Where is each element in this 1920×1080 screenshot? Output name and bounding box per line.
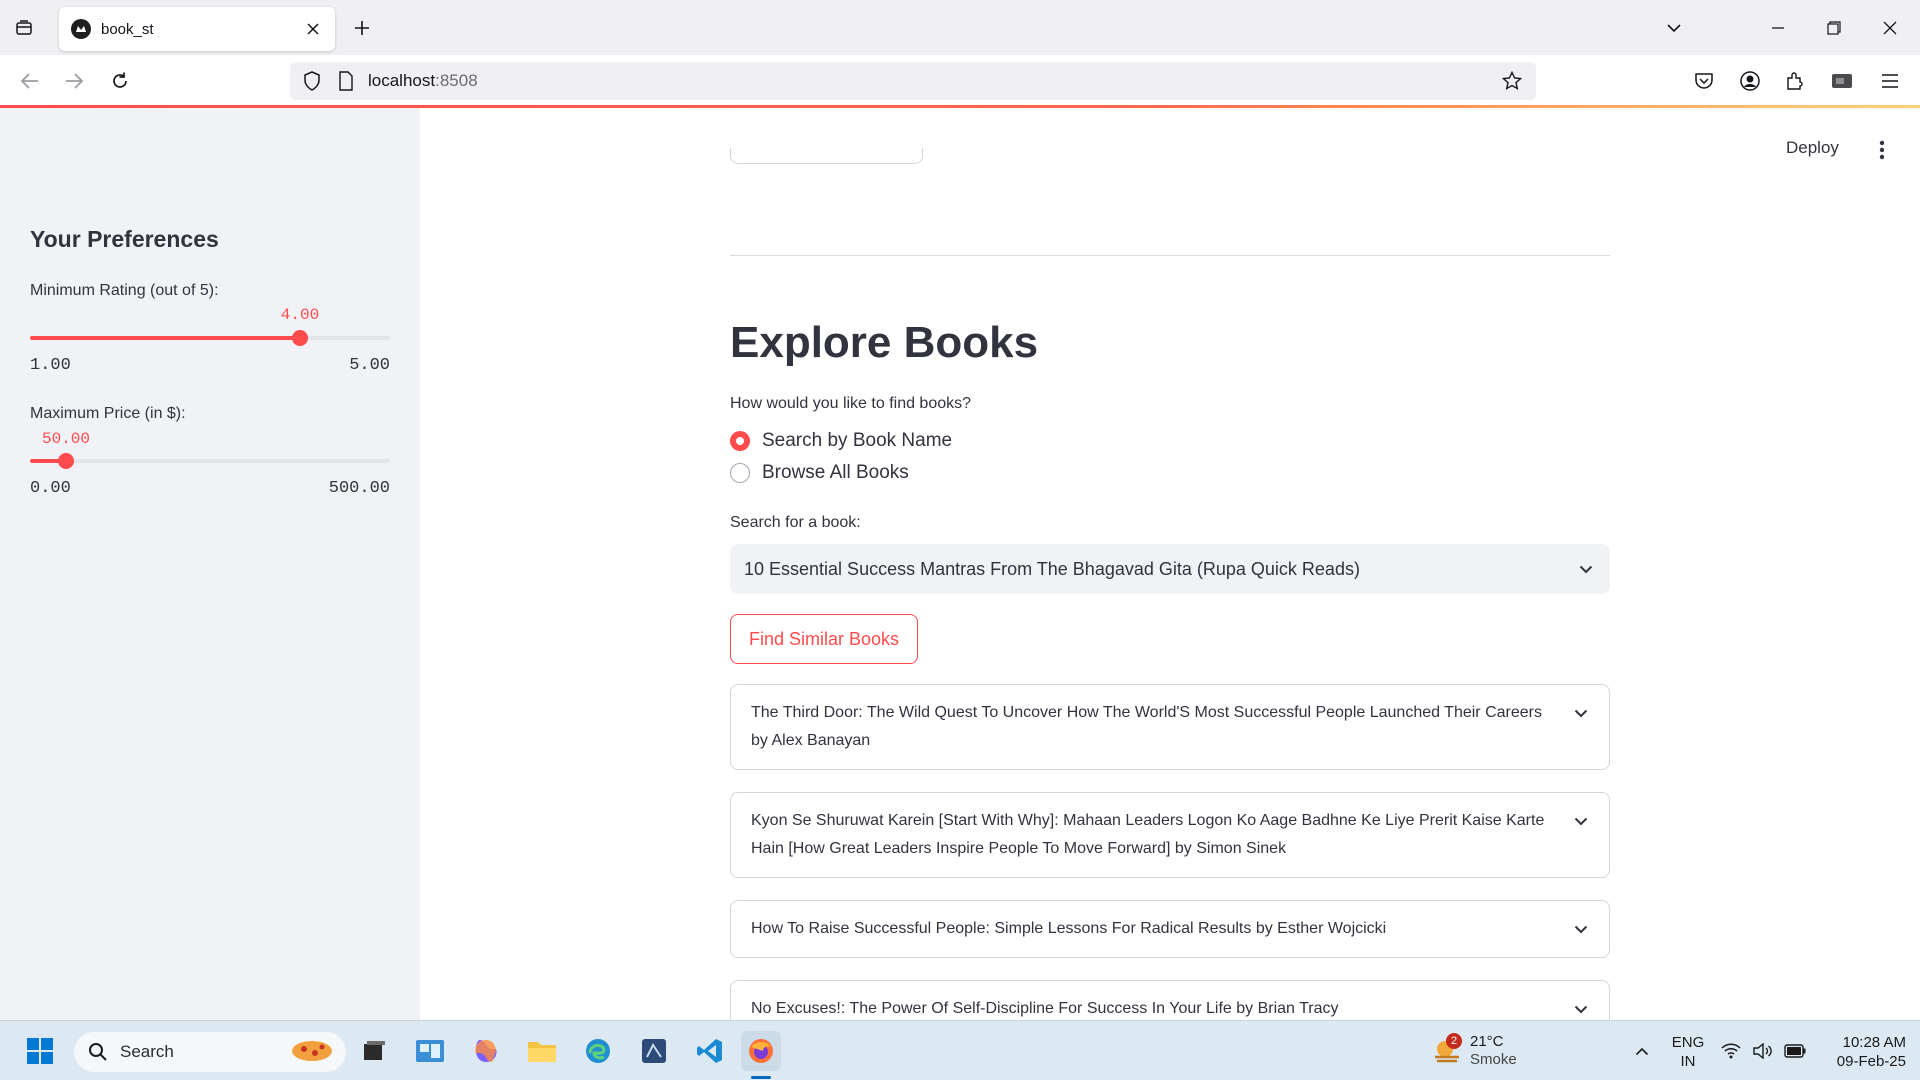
bookmark-star-icon[interactable]: [1500, 69, 1524, 93]
result-title: The Third Door: The Wild Quest To Uncove…: [751, 704, 1542, 749]
firefox-icon[interactable]: [741, 1031, 781, 1071]
rating-slider-min: 1.00: [30, 356, 71, 375]
close-window-icon[interactable]: [1876, 14, 1904, 42]
rating-slider-fill: [30, 336, 300, 340]
wifi-icon[interactable]: [1716, 1031, 1746, 1071]
result-title: How To Raise Successful People: Simple L…: [751, 920, 1387, 937]
tab-title: book_st: [101, 20, 154, 38]
rating-slider-value: 4.00: [280, 306, 320, 324]
weather-condition: Smoke: [1470, 1051, 1517, 1068]
result-expander[interactable]: How To Raise Successful People: Simple L…: [730, 900, 1610, 958]
weather-widget[interactable]: 2 21°C Smoke: [1428, 1031, 1538, 1071]
sidebar-heading: Your Preferences: [30, 226, 219, 252]
page-title: Explore Books: [730, 318, 1039, 367]
tab-overflow-chevron-icon[interactable]: [1660, 14, 1688, 42]
result-expander[interactable]: Kyon Se Shuruwat Karein [Start With Why]…: [730, 792, 1610, 878]
volume-icon[interactable]: [1748, 1031, 1778, 1071]
battery-icon[interactable]: [1780, 1031, 1810, 1071]
file-explorer-icon[interactable]: [522, 1031, 562, 1071]
deploy-button[interactable]: Deploy: [1786, 138, 1839, 158]
weather-badge: 2: [1446, 1033, 1462, 1049]
rating-slider-thumb[interactable]: [292, 330, 308, 346]
clock[interactable]: 10:28 AM 09-Feb-25: [1816, 1033, 1906, 1071]
result-title: No Excuses!: The Power Of Self-Disciplin…: [751, 1000, 1339, 1017]
new-tab-icon[interactable]: [350, 16, 374, 40]
page-info-icon[interactable]: [334, 69, 358, 93]
close-tab-icon[interactable]: [303, 19, 323, 39]
radio-checked-icon[interactable]: [730, 431, 750, 451]
chevron-down-icon[interactable]: [1571, 919, 1591, 939]
book-search-label: Search for a book:: [730, 514, 861, 531]
price-slider-value: 50.00: [41, 430, 91, 448]
radio-browse-all[interactable]: Browse All Books: [730, 462, 909, 484]
result-expander[interactable]: No Excuses!: The Power Of Self-Disciplin…: [730, 980, 1610, 1020]
chevron-down-icon[interactable]: [1576, 559, 1596, 579]
rating-slider-label: Minimum Rating (out of 5):: [30, 282, 219, 299]
clock-date: 09-Feb-25: [1836, 1053, 1906, 1070]
tracking-shield-icon[interactable]: [300, 69, 324, 93]
vscode-icon[interactable]: [690, 1031, 730, 1071]
radio-search-by-name[interactable]: Search by Book Name: [730, 430, 952, 452]
streamlit-favicon-icon: [71, 19, 91, 39]
taskbar-search-placeholder: Search: [120, 1042, 174, 1061]
language-indicator[interactable]: ENG IN: [1668, 1033, 1708, 1071]
chevron-down-icon[interactable]: [1571, 811, 1591, 831]
weather-temp: 21°C: [1470, 1033, 1504, 1050]
restore-icon[interactable]: [1820, 14, 1848, 42]
task-view-icon[interactable]: [354, 1031, 394, 1071]
taskbar: Search 2 21°C Smoke ENG IN 10:28 AM 09-F…: [0, 1020, 1920, 1080]
divider: [730, 255, 1610, 256]
rating-slider-max: 5.00: [349, 356, 390, 375]
extension-square-icon[interactable]: [1828, 67, 1856, 95]
pocket-icon[interactable]: [1690, 67, 1718, 95]
search-highlight-pizza-icon: [288, 1036, 336, 1069]
radio-unchecked-icon[interactable]: [730, 463, 750, 483]
app-main: Deploy Explore Books How would you like …: [420, 108, 1920, 1020]
book-select[interactable]: 10 Essential Success Mantras From The Bh…: [730, 544, 1610, 594]
minimize-icon[interactable]: [1764, 14, 1792, 42]
account-icon[interactable]: [1736, 67, 1764, 95]
url-text[interactable]: localhost:8508: [368, 71, 1500, 91]
back-arrow-icon[interactable]: [16, 67, 44, 95]
result-expander[interactable]: The Third Door: The Wild Quest To Uncove…: [730, 684, 1610, 770]
book-select-value: 10 Essential Success Mantras From The Bh…: [744, 558, 1360, 579]
price-slider-max: 500.00: [328, 479, 390, 498]
taskbar-search[interactable]: Search: [74, 1032, 346, 1072]
price-slider-min: 0.00: [30, 479, 71, 498]
price-slider-track[interactable]: [30, 453, 390, 469]
rating-slider-track[interactable]: [30, 330, 390, 346]
browser-tab-bar: book_st: [0, 0, 1920, 55]
kebab-menu-icon[interactable]: [1870, 138, 1894, 162]
chevron-down-icon[interactable]: [1571, 703, 1591, 723]
edge-browser-icon[interactable]: [578, 1031, 618, 1071]
clock-time: 10:28 AM: [1842, 1034, 1906, 1051]
radio-label: Search by Book Name: [762, 430, 953, 451]
radio-label: Browse All Books: [762, 462, 909, 483]
tab-list-icon[interactable]: [12, 16, 36, 40]
address-bar[interactable]: localhost:8508: [290, 62, 1536, 100]
widgets-app-icon[interactable]: [410, 1031, 450, 1071]
result-title: Kyon Se Shuruwat Karein [Start With Why]…: [751, 812, 1545, 857]
search-mode-label: How would you like to find books?: [730, 395, 972, 412]
browser-tab[interactable]: book_st: [59, 7, 335, 51]
scrolled-widget-edge: [730, 148, 923, 164]
active-app-indicator: [751, 1076, 771, 1079]
hamburger-menu-icon[interactable]: [1876, 67, 1904, 95]
show-hidden-icons-chevron-icon[interactable]: [1622, 1031, 1662, 1071]
copilot-icon[interactable]: [466, 1031, 506, 1071]
extensions-icon[interactable]: [1781, 67, 1809, 95]
price-slider-thumb[interactable]: [58, 453, 74, 469]
price-slider-label: Maximum Price (in $):: [30, 405, 186, 422]
find-similar-books-button[interactable]: Find Similar Books: [730, 614, 918, 664]
browser-nav-bar: localhost:8508: [0, 55, 1920, 106]
windows-start-icon[interactable]: [20, 1031, 60, 1071]
search-icon: [89, 1043, 107, 1061]
chevron-down-icon[interactable]: [1571, 999, 1591, 1019]
reload-icon[interactable]: [106, 67, 134, 95]
forward-arrow-icon[interactable]: [60, 67, 88, 95]
sql-server-app-icon[interactable]: [634, 1031, 674, 1071]
app-sidebar: Your Preferences Minimum Rating (out of …: [0, 108, 420, 1020]
